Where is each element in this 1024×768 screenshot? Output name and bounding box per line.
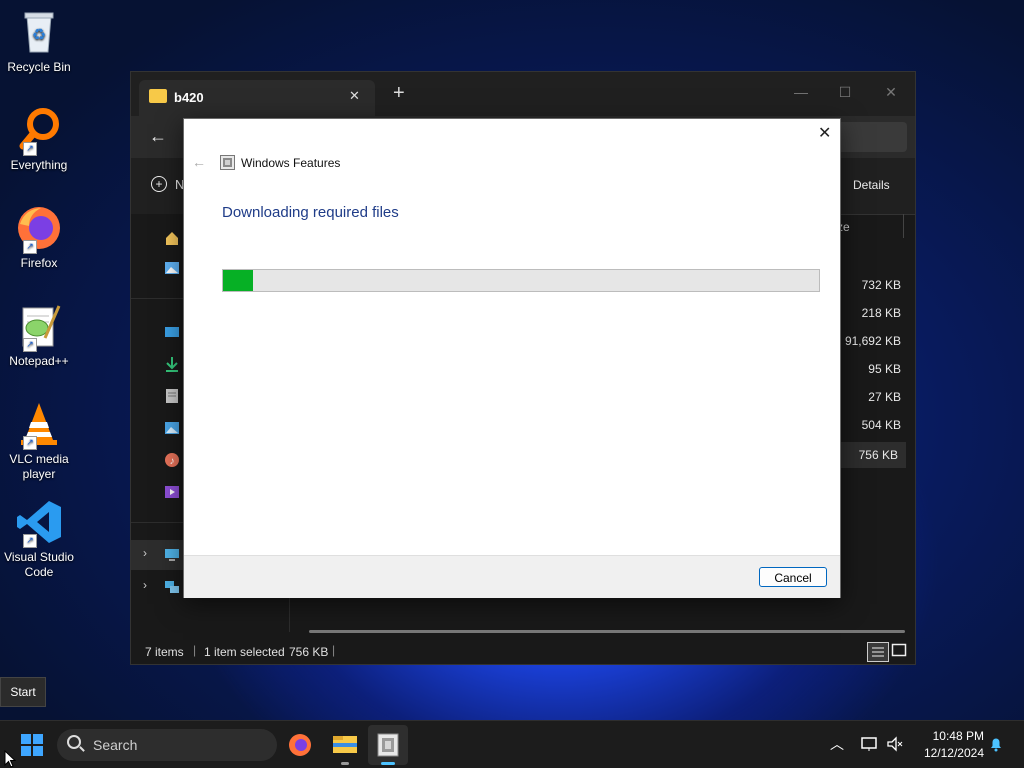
recycle-bin-icon: ♻ xyxy=(15,8,63,56)
chevron-right-icon[interactable]: › xyxy=(143,578,147,592)
cancel-button[interactable]: Cancel xyxy=(759,567,827,587)
new-tab-button[interactable]: + xyxy=(393,82,405,105)
shortcut-arrow-icon: ↗ xyxy=(23,240,37,254)
clock-time[interactable]: 10:48 PM xyxy=(924,729,984,743)
mouse-cursor-icon xyxy=(4,749,17,768)
start-tooltip: Start xyxy=(0,677,46,707)
shortcut-arrow-icon: ↗ xyxy=(23,338,37,352)
minimize-button[interactable]: — xyxy=(781,78,821,106)
close-tab-icon[interactable]: ✕ xyxy=(349,88,360,104)
desktop-icon-vscode[interactable]: ↗ Visual Studio Code xyxy=(2,498,76,580)
home-icon[interactable] xyxy=(164,230,180,246)
folder-icon xyxy=(149,89,167,103)
svg-text:♪: ♪ xyxy=(170,456,175,467)
volume-muted-icon[interactable] xyxy=(886,735,904,753)
firefox-icon: ↗ xyxy=(15,204,63,254)
clock-date[interactable]: 12/12/2024 xyxy=(914,746,984,760)
vlc-cone-icon: ↗ xyxy=(15,400,63,450)
desktop-icon-label: Visual Studio Code xyxy=(4,550,74,579)
file-size: 756 KB xyxy=(858,448,898,462)
back-arrow-icon[interactable]: ← xyxy=(192,154,206,170)
notification-bell-icon[interactable] xyxy=(988,736,1004,752)
desktop-icon-label: Recycle Bin xyxy=(7,60,71,74)
firefox-icon xyxy=(289,734,311,756)
show-hidden-icons-chevron-icon[interactable]: ︿ xyxy=(830,734,844,754)
dialog-title: Windows Features xyxy=(241,156,341,170)
desktop-icon-notepad-plus-plus[interactable]: ↗ Notepad++ xyxy=(2,302,76,369)
tiles-view-icon[interactable] xyxy=(891,642,907,658)
shortcut-arrow-icon: ↗ xyxy=(23,534,37,548)
windows-features-dialog: ✕ ← Windows Features Downloading require… xyxy=(183,118,841,598)
pictures-icon[interactable] xyxy=(164,420,180,436)
network-icon xyxy=(164,579,180,595)
taskbar-firefox[interactable] xyxy=(280,725,320,765)
desktop-icon-everything[interactable]: ↗ Everything xyxy=(2,106,76,173)
progress-fill xyxy=(223,270,253,291)
explorer-titlebar: b420 ✕ + — ☐ ✕ xyxy=(131,72,915,116)
new-plus-icon[interactable]: + xyxy=(151,176,167,192)
desktop-icon-label: VLC media player xyxy=(9,452,69,481)
file-explorer-icon xyxy=(333,736,357,753)
search-box[interactable] xyxy=(837,122,907,152)
explorer-status-bar: 7 items | 1 item selected 756 KB | xyxy=(131,638,915,664)
shortcut-arrow-icon: ↗ xyxy=(23,142,37,156)
selection-size: 756 KB xyxy=(289,645,329,659)
taskbar-file-explorer[interactable] xyxy=(325,725,365,765)
maximize-button[interactable]: ☐ xyxy=(825,78,865,106)
taskbar-search-box[interactable]: Search xyxy=(57,729,277,761)
notepad-plus-plus-icon: ↗ xyxy=(15,302,63,352)
desktop-icon-firefox[interactable]: ↗ Firefox xyxy=(2,204,76,271)
svg-text:♻: ♻ xyxy=(32,27,46,44)
close-window-button[interactable]: ✕ xyxy=(871,78,911,106)
taskbar-windows-features[interactable] xyxy=(368,725,408,765)
dialog-heading: Downloading required files xyxy=(222,204,399,221)
shortcut-arrow-icon: ↗ xyxy=(23,436,37,450)
network-icon[interactable] xyxy=(860,735,878,753)
this-pc-icon xyxy=(164,547,180,563)
details-view-icon[interactable] xyxy=(867,642,889,662)
windows-logo-icon xyxy=(21,734,43,756)
dialog-close-button[interactable]: ✕ xyxy=(818,123,831,143)
windows-features-icon xyxy=(220,155,235,170)
tab-title: b420 xyxy=(174,90,204,105)
horizontal-scrollbar[interactable] xyxy=(309,630,905,633)
documents-icon[interactable] xyxy=(164,388,180,404)
desktop-folder-icon[interactable] xyxy=(164,324,180,340)
videos-icon[interactable] xyxy=(164,484,180,500)
selected-file-row[interactable]: 756 KB xyxy=(840,442,906,468)
start-button[interactable] xyxy=(12,725,52,765)
desktop-icon-label: Firefox xyxy=(20,256,58,270)
item-count: 7 items xyxy=(145,645,184,659)
taskbar: Search ︿ 10:48 PM 12/12/2024 xyxy=(0,720,1024,768)
music-icon[interactable]: ♪ xyxy=(164,452,180,468)
downloads-icon[interactable] xyxy=(164,356,180,372)
chevron-right-icon[interactable]: › xyxy=(143,546,147,560)
desktop-icon-label: Notepad++ xyxy=(9,354,69,368)
search-label: Search xyxy=(93,737,138,753)
explorer-tab[interactable]: b420 ✕ xyxy=(139,80,375,116)
everything-icon: ↗ xyxy=(15,106,63,156)
gallery-icon[interactable] xyxy=(164,260,180,276)
selection-count: 1 item selected xyxy=(204,645,285,659)
vscode-icon: ↗ xyxy=(15,498,63,548)
details-button[interactable]: Details xyxy=(853,178,890,192)
download-progress-bar xyxy=(222,269,820,292)
desktop-icon-recycle-bin[interactable]: ♻ Recycle Bin xyxy=(2,8,76,75)
desktop-icon-vlc[interactable]: ↗ VLC media player xyxy=(2,400,76,482)
windows-features-icon xyxy=(377,733,399,757)
desktop-icon-label: Everything xyxy=(10,158,68,172)
dialog-footer: Cancel xyxy=(184,555,840,598)
back-arrow-icon[interactable]: ← xyxy=(149,126,167,147)
